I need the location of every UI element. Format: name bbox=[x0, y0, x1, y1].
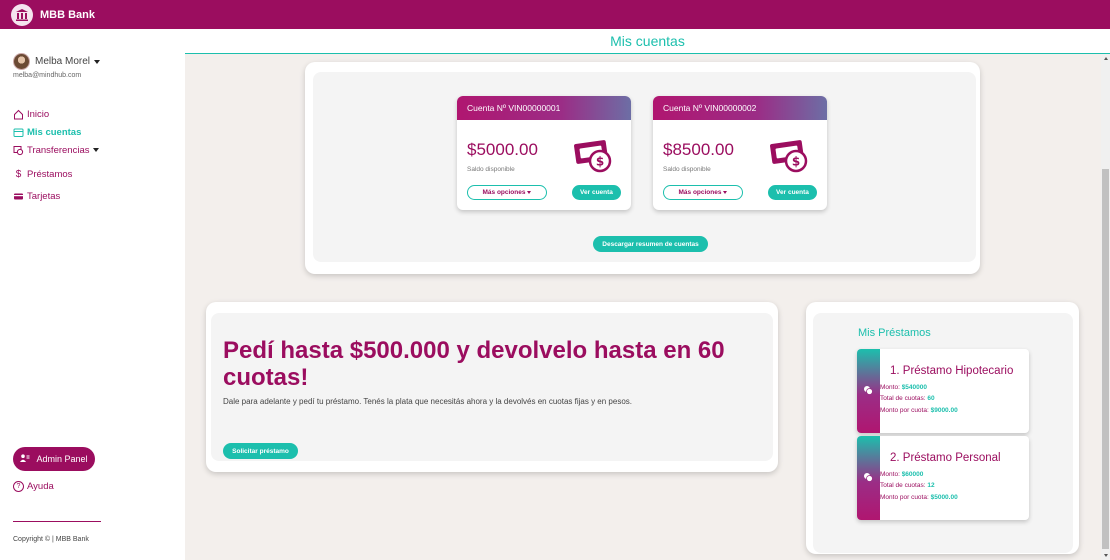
account-card: Cuenta Nº VIN00000002 $8500.00 Saldo dis… bbox=[653, 96, 827, 210]
loan-promo-inner: Pedí hasta $500.000 y devolvelo hasta en… bbox=[211, 313, 773, 461]
page-title: Mis cuentas bbox=[610, 33, 685, 49]
sidebar-divider bbox=[13, 521, 101, 522]
coin-icon bbox=[864, 386, 873, 395]
more-options-button[interactable]: Más opciones bbox=[663, 185, 743, 200]
bank-icon[interactable] bbox=[11, 3, 33, 26]
admin-panel-button[interactable]: Admin Panel bbox=[13, 447, 95, 471]
loan-title: 2. Préstamo Personal bbox=[890, 452, 1001, 464]
promo-title: Pedí hasta $500.000 y devolvelo hasta en… bbox=[223, 337, 725, 391]
balance-label: Saldo disponible bbox=[467, 166, 515, 173]
brand-name[interactable]: MBB Bank bbox=[40, 9, 95, 21]
sidebar-item-label: Préstamos bbox=[27, 168, 73, 180]
help-icon: ? bbox=[13, 481, 24, 492]
my-loans-title: Mis Préstamos bbox=[858, 327, 931, 339]
coin-icon bbox=[864, 473, 873, 482]
main-content: Mis cuentas Cuenta Nº VIN00000001 $5000.… bbox=[185, 29, 1110, 560]
money-icon: $ bbox=[770, 140, 808, 173]
wallet-icon bbox=[13, 127, 24, 138]
avatar bbox=[13, 53, 30, 70]
loan-promo-panel: Pedí hasta $500.000 y devolvelo hasta en… bbox=[206, 302, 778, 472]
admin-panel-label: Admin Panel bbox=[36, 454, 88, 464]
money-icon: $ bbox=[574, 140, 612, 173]
loan-card[interactable]: 1. Préstamo Hipotecario Monto: $540000 T… bbox=[857, 349, 1029, 433]
loan-installment-amount: Monto por cuota: $9000.00 bbox=[880, 407, 958, 414]
account-number: Cuenta Nº VIN00000001 bbox=[457, 96, 631, 120]
sidebar-item-label: Inicio bbox=[27, 108, 50, 120]
balance-label: Saldo disponible bbox=[663, 166, 711, 173]
chevron-down-icon bbox=[527, 191, 532, 194]
my-loans-panel: Mis Préstamos 1. Préstamo Hipotecario Mo… bbox=[806, 302, 1079, 554]
sidebar: Melba Morel melba@mindhub.com Inicio Mis… bbox=[0, 29, 185, 560]
view-account-button[interactable]: Ver cuenta bbox=[768, 185, 817, 200]
chevron-down-icon bbox=[94, 59, 101, 64]
sidebar-item-label: Tarjetas bbox=[27, 190, 61, 202]
top-bar: MBB Bank bbox=[0, 0, 1110, 29]
svg-text:$: $ bbox=[792, 155, 800, 169]
more-options-label: Más opciones bbox=[678, 189, 722, 196]
user-menu[interactable]: Melba Morel bbox=[13, 53, 101, 70]
loan-card[interactable]: 2. Préstamo Personal Monto: $60000 Total… bbox=[857, 436, 1029, 520]
account-card: Cuenta Nº VIN00000001 $5000.00 Saldo dis… bbox=[457, 96, 631, 210]
promo-text: Dale para adelante y pedí tu préstamo. T… bbox=[223, 397, 632, 406]
loan-amount: Monto: $60000 bbox=[880, 471, 924, 478]
svg-text:$: $ bbox=[596, 155, 604, 169]
request-loan-button[interactable]: Solicitar préstamo bbox=[223, 443, 298, 459]
sidebar-nav: Inicio Mis cuentas Transferencias $ Prés… bbox=[13, 105, 100, 205]
loan-installments: Total de cuotas: 12 bbox=[880, 482, 935, 489]
loan-card-strip bbox=[857, 436, 880, 520]
transfer-icon bbox=[13, 145, 24, 156]
loan-amount: Monto: $540000 bbox=[880, 384, 927, 391]
chevron-down-icon bbox=[93, 148, 100, 152]
view-account-button[interactable]: Ver cuenta bbox=[572, 185, 621, 200]
account-balance: $8500.00 bbox=[663, 140, 734, 159]
sidebar-item-label: Transferencias bbox=[27, 144, 90, 156]
sidebar-item-prestamos[interactable]: $ Préstamos bbox=[13, 165, 99, 183]
dollar-icon: $ bbox=[15, 168, 22, 180]
loan-installment-amount: Monto por cuota: $5000.00 bbox=[880, 494, 958, 501]
admin-icon bbox=[20, 454, 30, 464]
copyright: Copyright © | MBB Bank bbox=[13, 536, 89, 543]
accounts-inner: Cuenta Nº VIN00000001 $5000.00 Saldo dis… bbox=[313, 72, 976, 262]
account-number: Cuenta Nº VIN00000002 bbox=[653, 96, 827, 120]
scroll-up-icon[interactable] bbox=[1104, 57, 1108, 60]
scroll-down-icon[interactable] bbox=[1104, 554, 1108, 557]
loan-title: 1. Préstamo Hipotecario bbox=[890, 365, 1014, 377]
home-icon bbox=[13, 109, 24, 120]
loan-card-strip bbox=[857, 349, 880, 433]
sidebar-item-cuentas[interactable]: Mis cuentas bbox=[13, 123, 99, 141]
more-options-label: Más opciones bbox=[482, 189, 526, 196]
user-name: Melba Morel bbox=[35, 56, 91, 67]
loan-installments: Total de cuotas: 60 bbox=[880, 395, 935, 402]
more-options-button[interactable]: Más opciones bbox=[467, 185, 547, 200]
sidebar-item-tarjetas[interactable]: Tarjetas bbox=[13, 187, 99, 205]
chevron-down-icon bbox=[723, 191, 728, 194]
accounts-panel: Cuenta Nº VIN00000001 $5000.00 Saldo dis… bbox=[305, 62, 980, 274]
help-label: Ayuda bbox=[27, 481, 54, 492]
card-icon bbox=[13, 191, 24, 202]
account-balance: $5000.00 bbox=[467, 140, 538, 159]
sidebar-item-transferencias[interactable]: Transferencias bbox=[13, 141, 100, 159]
sidebar-item-label: Mis cuentas bbox=[27, 126, 82, 138]
page-header: Mis cuentas bbox=[185, 29, 1110, 54]
scrollbar[interactable] bbox=[1101, 54, 1110, 560]
sidebar-item-inicio[interactable]: Inicio bbox=[13, 105, 99, 123]
download-summary-button[interactable]: Descargar resumen de cuentas bbox=[593, 236, 708, 252]
help-link[interactable]: ? Ayuda bbox=[13, 481, 54, 492]
user-email: melba@mindhub.com bbox=[13, 72, 82, 79]
scroll-thumb[interactable] bbox=[1102, 169, 1109, 549]
